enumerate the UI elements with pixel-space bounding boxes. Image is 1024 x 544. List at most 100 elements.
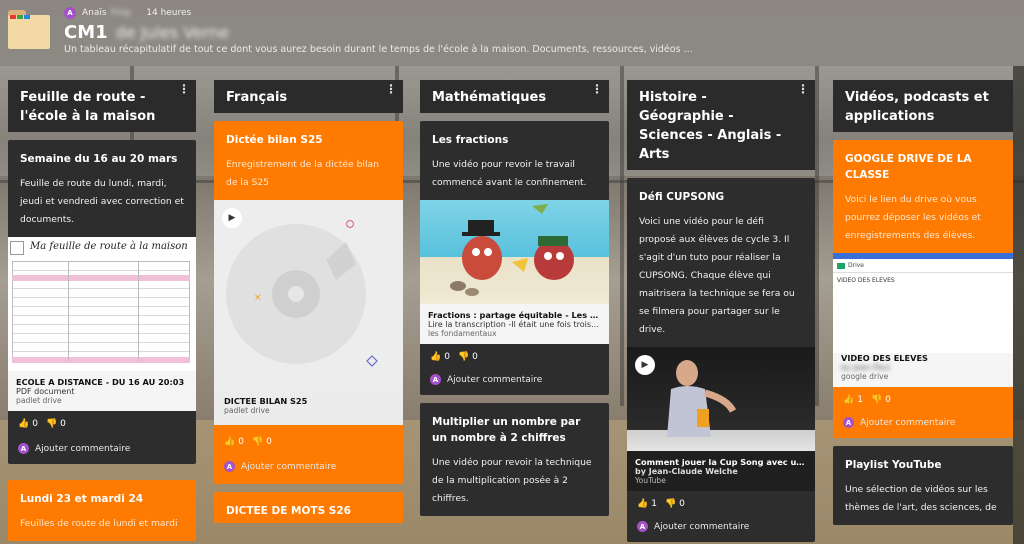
reactions-row: 👍 0 👎 0 (214, 425, 403, 455)
post-title: Dictée bilan S25 (226, 134, 323, 146)
post-card[interactable]: Semaine du 16 au 20 mars Feuille de rout… (8, 140, 196, 464)
audio-attachment[interactable]: ▶ × DICTEE BILAN S25 padlet drive (214, 200, 403, 425)
attachment-source: les fondamentaux (428, 329, 497, 338)
thumbs-up-icon[interactable]: 👍 (843, 395, 854, 405)
thumbs-up-icon[interactable]: 👍 (224, 437, 235, 447)
video-thumbnail: ▶ (627, 347, 815, 451)
thumbs-up-icon[interactable]: 👍 (18, 419, 29, 429)
attachment-source: padlet drive (16, 396, 62, 405)
post-title: GOOGLE DRIVE DE LA CLASSE (845, 153, 972, 181)
add-comment-row[interactable]: A Ajouter commentaire (420, 368, 609, 395)
column-mathematiques: Mathématiques ⋮ Les fractions Une vidéo … (420, 80, 609, 516)
avatar: A (224, 461, 235, 472)
attachment-title: DICTEE BILAN S25 (224, 396, 308, 406)
add-comment-label[interactable]: Ajouter commentaire (860, 418, 955, 428)
post-body: Voici le lien du drive où vous pourrez d… (845, 194, 981, 241)
add-comment-label[interactable]: Ajouter commentaire (241, 462, 336, 472)
audio-disc-icon: × (226, 219, 378, 367)
post-title: Les fractions (432, 134, 509, 146)
attachment-author: by Jean-Claude Welche (635, 467, 738, 476)
post-card[interactable]: Playlist YouTube Une sélection de vidéos… (833, 446, 1013, 525)
add-comment-label[interactable]: Ajouter commentaire (654, 522, 749, 532)
attachment-title: Fractions : partage équitable - Les anim… (428, 310, 601, 320)
thumbs-up-icon[interactable]: 👍 (637, 499, 648, 509)
post-card[interactable]: Les fractions Une vidéo pour revoir le t… (420, 121, 609, 395)
attachment-description: Lire la transcription -Il était une fois… (428, 320, 601, 329)
dislike-count: 0 (266, 437, 272, 447)
thumbs-down-icon[interactable]: 👎 (458, 352, 469, 362)
thumbs-down-icon[interactable]: 👎 (46, 419, 57, 429)
column-header: Mathématiques ⋮ (420, 80, 609, 113)
board-title-text: CM1 (64, 22, 108, 43)
attachment-title: ECOLE A DISTANCE - DU 16 AU 20:03 (16, 377, 185, 387)
folder-icon (8, 10, 50, 50)
post-body: Voici une vidéo pour le défi proposé aux… (639, 216, 795, 335)
add-comment-row[interactable]: A Ajouter commentaire (627, 515, 815, 542)
like-count: 1 (857, 395, 863, 405)
column-menu-icon[interactable]: ⋮ (591, 83, 603, 95)
dislike-count: 0 (885, 395, 891, 405)
attachment-source: padlet drive (224, 406, 270, 415)
column-title: Français (226, 90, 288, 105)
column-menu-icon[interactable]: ⋮ (385, 83, 397, 95)
post-body: Une vidéo pour revoir le travail commenc… (432, 159, 587, 188)
add-comment-row[interactable]: A Ajouter commentaire (833, 411, 1013, 438)
audio-preview: ▶ × (214, 200, 403, 388)
column-header: Vidéos, podcasts et applications (833, 80, 1013, 132)
cartoon-characters-illustration (450, 204, 574, 296)
add-comment-row[interactable]: A Ajouter commentaire (8, 435, 196, 464)
like-count: 0 (238, 437, 244, 447)
attachment-type: PDF document (16, 387, 75, 396)
add-comment-row[interactable]: A Ajouter commentaire (214, 455, 403, 484)
pdf-heading: Ma feuille de route à la maison (30, 241, 188, 252)
thumbs-up-icon[interactable]: 👍 (430, 352, 441, 362)
avatar: A (430, 374, 441, 385)
column-header: Français ⋮ (214, 80, 403, 113)
like-count: 0 (444, 352, 450, 362)
board-subtitle: Un tableau récapitulatif de tout ce dont… (64, 44, 693, 55)
pdf-attachment[interactable]: Ma feuille de route à la maison ECOLE A … (8, 237, 196, 411)
column-menu-icon[interactable]: ⋮ (178, 83, 190, 95)
post-card[interactable]: Multiplier un nombre par un nombre à 2 c… (420, 403, 609, 516)
video-attachment[interactable]: ▶ Comment jouer la Cup Song avec un go..… (627, 347, 815, 491)
drive-preview: Drive VIDEO DES ELEVES (833, 253, 1013, 353)
reactions-row: 👍 1 👎 0 (627, 491, 815, 515)
like-count: 1 (651, 499, 657, 509)
post-card[interactable]: DICTEE DE MOTS S26 (214, 492, 403, 523)
author-row: A Anaïs Fmg 14 heures (64, 7, 191, 19)
author-name: Anaïs (82, 8, 107, 18)
avatar: A (843, 417, 854, 428)
attachment-author-blurred: by Jean-Paul (841, 363, 891, 372)
avatar[interactable]: A (64, 7, 76, 19)
attachment-source: google drive (841, 372, 889, 381)
post-title: Playlist YouTube (845, 459, 942, 471)
thumbs-down-icon[interactable]: 👎 (665, 499, 676, 509)
post-title: DICTEE DE MOTS S26 (226, 505, 351, 517)
post-title: Multiplier un nombre par un nombre à 2 c… (432, 416, 581, 444)
column-title: Histoire - Géographie - Sciences - Angla… (639, 90, 782, 162)
dislike-count: 0 (60, 419, 66, 429)
column-menu-icon[interactable]: ⋮ (797, 83, 809, 95)
post-card[interactable]: Dictée bilan S25 Enregistrement de la di… (214, 121, 403, 484)
post-title: Semaine du 16 au 20 mars (20, 153, 178, 165)
add-comment-label[interactable]: Ajouter commentaire (447, 375, 542, 385)
column-videos-podcasts: Vidéos, podcasts et applications GOOGLE … (833, 80, 1013, 525)
board-title: CM1 de Jules Verne (64, 22, 229, 43)
thumbs-down-icon[interactable]: 👎 (252, 437, 263, 447)
board-header: A Anaïs Fmg 14 heures CM1 de Jules Verne… (0, 0, 1024, 66)
dislike-count: 0 (679, 499, 685, 509)
video-thumbnail (420, 200, 609, 304)
post-card[interactable]: GOOGLE DRIVE DE LA CLASSE Voici le lien … (833, 140, 1013, 438)
post-card[interactable]: Défi CUPSONG Voici une vidéo pour le déf… (627, 178, 815, 542)
thumbs-down-icon[interactable]: 👎 (871, 395, 882, 405)
column-title: Vidéos, podcasts et applications (845, 90, 989, 124)
column-histoire-geo: Histoire - Géographie - Sciences - Angla… (627, 80, 815, 542)
post-title: Lundi 23 et mardi 24 (20, 493, 144, 505)
video-attachment[interactable]: Fractions : partage équitable - Les anim… (420, 200, 609, 344)
post-card[interactable]: Lundi 23 et mardi 24 Feuilles de route d… (8, 480, 196, 541)
add-comment-label[interactable]: Ajouter commentaire (35, 444, 130, 454)
pdf-preview: Ma feuille de route à la maison (8, 237, 196, 371)
column-title: Feuille de route - l'école à la maison (20, 90, 156, 124)
column-header: Feuille de route - l'école à la maison ⋮ (8, 80, 196, 132)
drive-attachment[interactable]: Drive VIDEO DES ELEVES VIDEO DES ELEVES … (833, 253, 1013, 387)
